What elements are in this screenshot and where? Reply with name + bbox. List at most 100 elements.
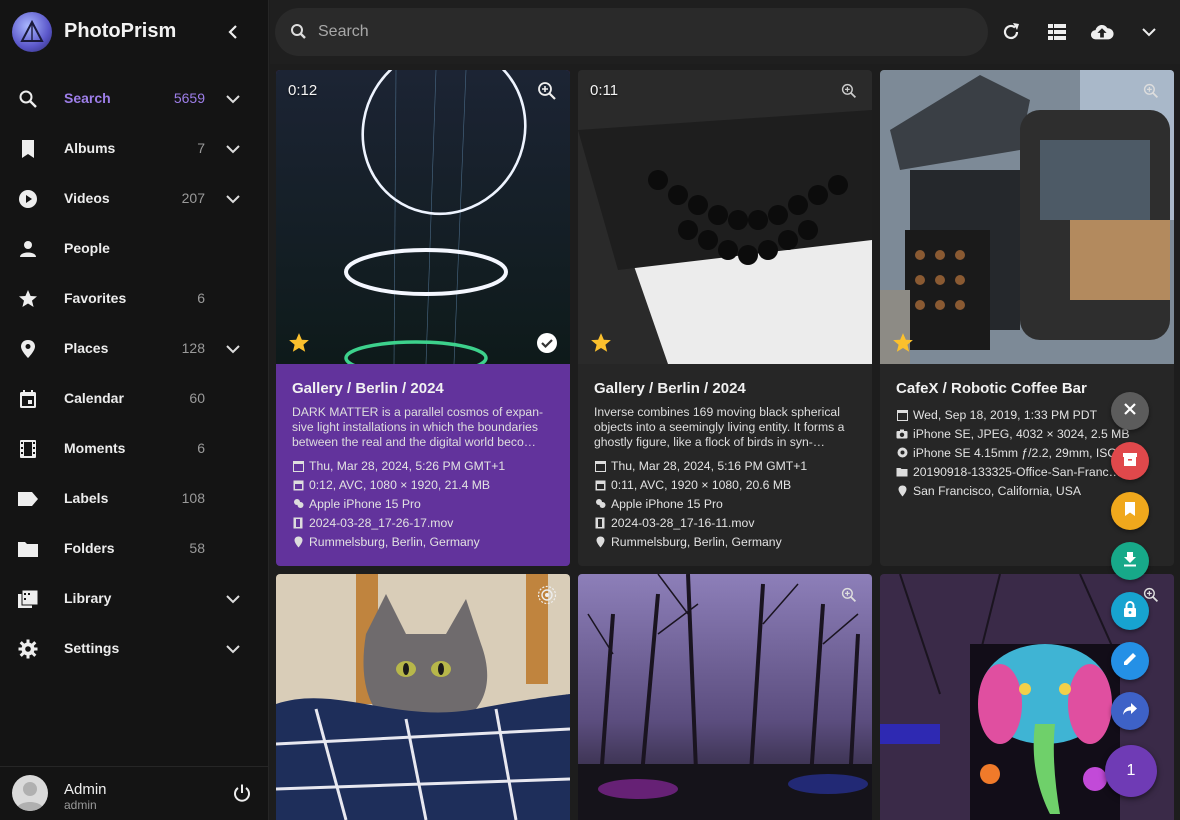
card-title: Gallery / Berlin / 2024 <box>292 380 444 397</box>
photo-thumbnail[interactable] <box>880 70 1174 364</box>
photo-card[interactable] <box>276 574 570 820</box>
sidebar-item-count: 108 <box>181 490 205 506</box>
chevron-down-icon[interactable] <box>1137 20 1161 44</box>
archive-icon <box>1122 451 1138 472</box>
meta-location: Rummelsburg, Berlin, Germany <box>594 532 858 551</box>
sidebar-item-count: 58 <box>189 540 205 556</box>
share-button[interactable] <box>1111 692 1149 730</box>
archive-button[interactable] <box>1111 442 1149 480</box>
meta-video-info: 0:12, AVC, 1080 × 1920, 21.4 MB <box>292 475 556 494</box>
favorite-star-icon[interactable] <box>288 332 310 354</box>
photo-card[interactable] <box>578 574 872 820</box>
meta-location: Rummelsburg, Berlin, Germany <box>292 532 556 551</box>
zoom-in-icon[interactable] <box>1140 80 1162 102</box>
sidebar-item-favorites[interactable]: Favorites 6 <box>0 274 269 324</box>
zoom-in-icon[interactable] <box>838 584 860 606</box>
photo-thumbnail[interactable] <box>578 574 872 820</box>
sidebar-item-moments[interactable]: Moments 6 <box>0 424 269 474</box>
calendar-icon <box>16 387 40 411</box>
selected-check-icon[interactable] <box>536 332 558 354</box>
brand: PhotoPrism <box>0 0 269 64</box>
clear-selection-button[interactable] <box>1111 392 1149 430</box>
sidebar-item-label: People <box>64 240 110 256</box>
sidebar-item-settings[interactable]: Settings <box>0 624 269 674</box>
film-icon <box>292 517 304 529</box>
sidebar-item-folders[interactable]: Folders 58 <box>0 524 269 574</box>
sidebar-item-albums[interactable]: Albums 7 <box>0 124 269 174</box>
video-icon <box>292 479 304 491</box>
download-button[interactable] <box>1111 542 1149 580</box>
collapse-sidebar-icon[interactable] <box>222 20 246 44</box>
camera-icon <box>292 498 304 510</box>
sidebar-item-count: 60 <box>189 390 205 406</box>
share-icon <box>1122 702 1138 721</box>
favorite-star-icon[interactable] <box>892 332 914 354</box>
lock-icon <box>1123 600 1137 622</box>
avatar[interactable] <box>12 775 48 811</box>
person-icon <box>16 237 40 261</box>
calendar-icon <box>896 409 908 421</box>
edit-icon <box>1122 651 1138 672</box>
chevron-down-icon[interactable] <box>221 137 245 161</box>
video-duration: 0:11 <box>590 82 619 99</box>
favorite-star-icon[interactable] <box>590 332 612 354</box>
sidebar-item-labels[interactable]: Labels 108 <box>0 474 269 524</box>
photoprism-logo-icon[interactable] <box>12 12 52 52</box>
sidebar-item-calendar[interactable]: Calendar 60 <box>0 374 269 424</box>
sidebar-item-count: 128 <box>181 340 205 356</box>
video-icon <box>594 479 606 491</box>
user-name: Admin <box>64 781 107 798</box>
selection-count-button[interactable]: 1 <box>1105 745 1157 797</box>
chevron-down-icon[interactable] <box>221 87 245 111</box>
search-icon <box>289 21 309 48</box>
bookmark-icon <box>1124 501 1136 522</box>
aperture-icon <box>896 447 908 459</box>
sidebar-item-count: 6 <box>197 290 205 306</box>
sidebar-item-count: 207 <box>181 190 205 206</box>
sidebar-item-label: Places <box>64 340 109 356</box>
sidebar-item-search[interactable]: Search 5659 <box>0 74 269 124</box>
sidebar-item-label: Favorites <box>64 290 127 306</box>
photo-thumbnail[interactable] <box>276 574 570 820</box>
video-duration: 0:12 <box>288 82 318 99</box>
sidebar-item-people[interactable]: People <box>0 224 269 274</box>
zoom-in-icon[interactable] <box>838 80 860 102</box>
sidebar-item-videos[interactable]: Videos 207 <box>0 174 269 224</box>
photo-thumbnail[interactable] <box>578 70 872 364</box>
photo-card[interactable]: 0:11 Gallery / Berlin / 2024 Inverse com… <box>578 70 872 566</box>
map-marker-icon <box>16 337 40 361</box>
zoom-in-icon[interactable] <box>536 80 558 102</box>
sidebar-item-count: 7 <box>197 140 205 156</box>
meta-date: Thu, Mar 28, 2024, 5:16 PM GMT+1 <box>594 456 858 475</box>
sidebar-item-label: Library <box>64 590 112 606</box>
sidebar-item-library[interactable]: Library <box>0 574 269 624</box>
upload-icon[interactable] <box>1090 20 1114 44</box>
chevron-down-icon[interactable] <box>221 187 245 211</box>
photo-card[interactable]: 0:12 Gallery / Berlin / 2024 DARK MATTER… <box>276 70 570 566</box>
meta-filename: 2024-03-28_17-16-11.mov <box>594 513 858 532</box>
sidebar-item-label: Calendar <box>64 390 124 406</box>
user-panel[interactable]: Admin admin <box>0 766 269 820</box>
photo-thumbnail[interactable] <box>276 70 570 376</box>
top-bar <box>270 0 1180 64</box>
search-input[interactable] <box>318 8 958 56</box>
chevron-down-icon[interactable] <box>221 587 245 611</box>
search-box[interactable] <box>275 8 988 56</box>
refresh-icon[interactable] <box>999 20 1023 44</box>
list-view-icon[interactable] <box>1045 20 1069 44</box>
card-title: Gallery / Berlin / 2024 <box>594 380 746 397</box>
calendar-icon <box>292 460 304 472</box>
chevron-down-icon[interactable] <box>221 337 245 361</box>
private-button[interactable] <box>1111 592 1149 630</box>
sidebar-item-places[interactable]: Places 128 <box>0 324 269 374</box>
chevron-down-icon[interactable] <box>221 637 245 661</box>
edit-button[interactable] <box>1111 642 1149 680</box>
sidebar-item-label: Moments <box>64 440 126 456</box>
live-photo-icon[interactable] <box>536 584 558 606</box>
search-icon <box>16 87 40 111</box>
power-icon[interactable] <box>230 781 254 805</box>
selection-count: 1 <box>1126 762 1136 779</box>
add-to-album-button[interactable] <box>1111 492 1149 530</box>
folder-icon <box>896 466 908 478</box>
user-login: admin <box>64 798 97 812</box>
